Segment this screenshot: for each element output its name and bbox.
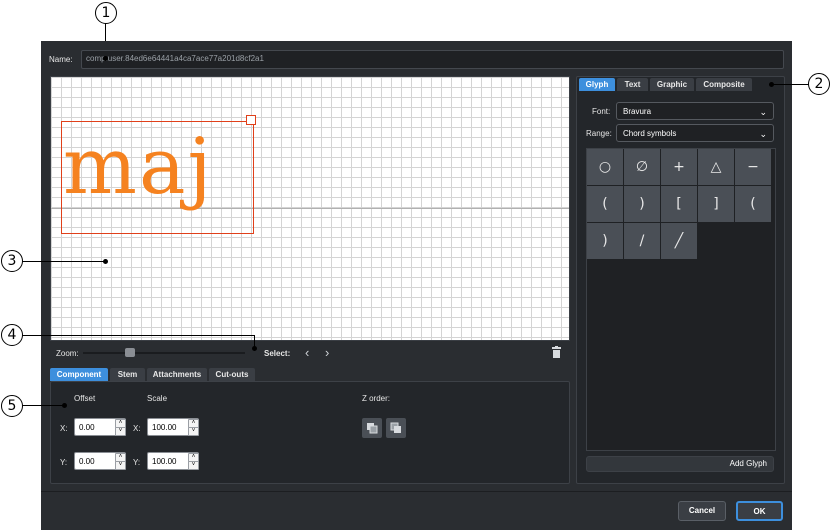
right-tab-bar: Glyph Text Graphic Composite <box>579 78 752 91</box>
tab-attachments[interactable]: Attachments <box>147 368 207 381</box>
select-prev-button[interactable]: ‹ <box>305 345 309 360</box>
offset-y-down[interactable]: ˅ <box>115 461 126 470</box>
glyph-cell[interactable]: − <box>735 149 771 185</box>
offset-x-down[interactable]: ˅ <box>115 427 126 436</box>
bottom-tab-bar: Component Stem Attachments Cut-outs <box>50 368 255 381</box>
range-select[interactable]: Chord symbols ⌄ <box>616 124 774 142</box>
offset-y-label: Y: <box>60 458 68 467</box>
glyph-maj[interactable]: maj <box>63 117 214 217</box>
offset-label: Offset <box>74 394 96 403</box>
tab-cut-outs[interactable]: Cut-outs <box>209 368 255 381</box>
tab-glyph[interactable]: Glyph <box>579 78 615 91</box>
callout-1-dot <box>103 56 108 61</box>
glyph-cell[interactable]: ( <box>735 186 771 222</box>
chevron-down-icon: ⌄ <box>759 107 767 117</box>
ok-button[interactable]: OK <box>736 501 783 521</box>
callout-2: 2 <box>808 73 830 95</box>
trash-icon[interactable] <box>552 346 561 358</box>
glyph-cell[interactable]: / <box>624 223 660 259</box>
zoom-slider-thumb[interactable] <box>125 348 135 357</box>
font-select[interactable]: Bravura ⌄ <box>616 102 774 120</box>
glyph-cell[interactable]: ( <box>587 186 623 222</box>
name-label: Name: <box>49 55 73 64</box>
glyph-cell[interactable]: △ <box>698 149 734 185</box>
scale-x-label: X: <box>133 424 141 433</box>
glyph-cell[interactable]: ∅ <box>624 149 660 185</box>
select-label: Select: <box>264 349 291 358</box>
callout-4-leader <box>22 335 255 336</box>
tab-text[interactable]: Text <box>617 78 648 91</box>
scale-y-label: Y: <box>133 458 141 467</box>
tab-composite[interactable]: Composite <box>696 78 752 91</box>
callout-1: 1 <box>95 2 117 24</box>
callout-4: 4 <box>1 324 23 346</box>
zoom-slider-track[interactable] <box>83 352 245 354</box>
tab-component[interactable]: Component <box>50 368 108 381</box>
callout-3-leader <box>22 261 106 262</box>
callout-3: 3 <box>1 250 23 272</box>
tab-graphic[interactable]: Graphic <box>650 78 694 91</box>
scale-label: Scale <box>147 394 168 403</box>
component-panel <box>50 381 570 484</box>
font-label: Font: <box>592 107 611 116</box>
bring-forward-icon <box>367 423 378 434</box>
scale-y-down[interactable]: ˅ <box>188 461 199 470</box>
font-value: Bravura <box>623 107 652 116</box>
glyph-cell[interactable]: ] <box>698 186 734 222</box>
glyph-cell[interactable]: + <box>661 149 697 185</box>
range-value: Chord symbols <box>623 129 677 138</box>
chevron-down-icon: ⌄ <box>759 129 767 139</box>
editor-canvas[interactable]: maj <box>50 76 570 341</box>
glyph-cell[interactable]: ○ <box>587 149 623 185</box>
range-label: Range: <box>586 129 612 138</box>
glyph-cell[interactable]: ) <box>587 223 623 259</box>
callout-2-leader <box>769 84 809 85</box>
name-value: comp.user.84ed6e64441a4ca7ace77a201d8cf2… <box>86 54 264 63</box>
glyph-cell[interactable]: [ <box>661 186 697 222</box>
scale-x-down[interactable]: ˅ <box>188 427 199 436</box>
send-backward-icon <box>390 422 401 433</box>
glyph-cell[interactable]: ) <box>624 186 660 222</box>
zorder-label: Z order: <box>362 394 391 403</box>
zoom-label: Zoom: <box>56 349 79 358</box>
callout-5: 5 <box>1 395 23 417</box>
add-glyph-button[interactable]: Add Glyph <box>586 456 774 472</box>
cancel-button[interactable]: Cancel <box>678 501 726 521</box>
tab-stem[interactable]: Stem <box>110 368 145 381</box>
select-next-button[interactable]: › <box>325 345 329 360</box>
footer-divider <box>41 491 792 492</box>
glyph-cell[interactable]: ╱ <box>661 223 697 259</box>
callout-4-leader-vertical <box>254 335 255 348</box>
callout-5-leader <box>22 405 65 406</box>
offset-x-label: X: <box>60 424 68 433</box>
send-backward-button[interactable] <box>386 418 406 438</box>
resize-handle[interactable] <box>246 115 256 125</box>
name-field[interactable]: comp.user.84ed6e64441a4ca7ace77a201d8cf2… <box>81 50 784 69</box>
bring-forward-button[interactable] <box>362 418 382 438</box>
